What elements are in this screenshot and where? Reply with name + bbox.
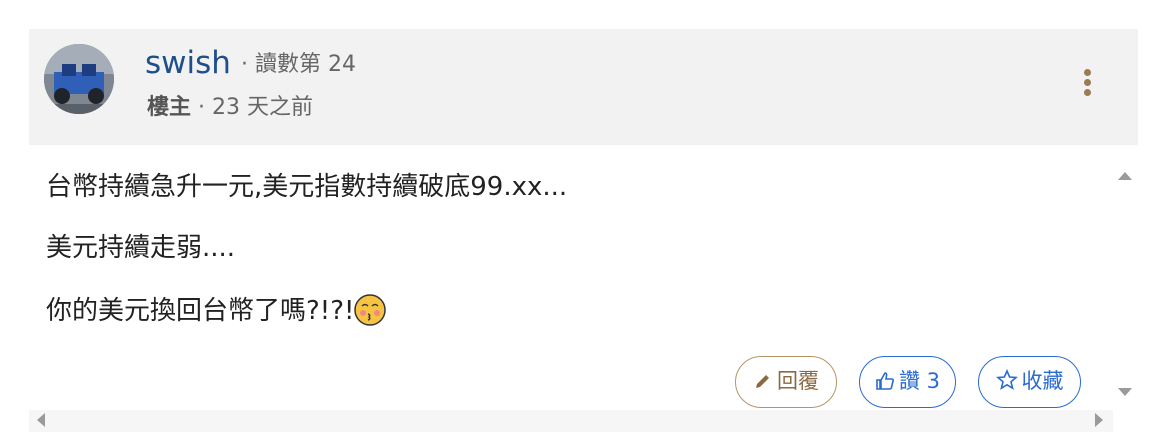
kissing-face-emoji-icon <box>354 294 387 326</box>
post-body: 台幣持續急升一元,美元指數持續破底99.xx... 美元持續走弱.... 你的美… <box>46 172 567 357</box>
more-vertical-icon[interactable] <box>1080 69 1094 99</box>
horizontal-scrollbar[interactable] <box>29 410 1113 432</box>
reply-button[interactable]: 回覆 <box>735 356 837 408</box>
post-line: 美元持續走弱.... <box>46 233 236 263</box>
author-role-badge: 樓主 <box>147 95 192 120</box>
scroll-left-icon[interactable] <box>35 412 47 428</box>
like-button[interactable]: 讚 3 <box>859 356 956 408</box>
pencil-icon <box>756 375 769 388</box>
post-line-with-emoji: 你的美元換回台幣了嗎?!?! <box>46 294 567 326</box>
favorite-label: 收藏 <box>1021 369 1064 393</box>
author-name[interactable]: swish <box>145 45 231 81</box>
post-content-panel: 台幣持續急升一元,美元指數持續破底99.xx... 美元持續走弱.... 你的美… <box>29 162 1138 410</box>
like-label: 讚 3 <box>898 369 941 393</box>
post-line: 台幣持續急升一元,美元指數持續破底99.xx... <box>46 172 568 202</box>
scroll-down-icon[interactable] <box>1117 386 1133 398</box>
post-meta: 樓主 · 23 天之前 <box>147 94 313 122</box>
star-outline-icon <box>995 368 1018 390</box>
thumbs-up-icon <box>876 372 894 390</box>
post-header: swish · 讀數第 24 樓主 · 23 天之前 <box>29 29 1138 145</box>
vertical-scrollbar[interactable] <box>1113 162 1138 410</box>
floor-number: · 讀數第 24 <box>241 52 356 77</box>
scroll-up-icon[interactable] <box>1117 170 1133 182</box>
favorite-button[interactable]: 收藏 <box>978 356 1081 408</box>
avatar[interactable] <box>44 44 114 114</box>
post-line-text: 你的美元換回台幣了嗎?!?! <box>46 296 355 326</box>
meta-separator: · <box>191 95 212 120</box>
post-time: 23 天之前 <box>212 95 313 120</box>
scroll-right-icon[interactable] <box>1093 412 1105 428</box>
reply-label: 回覆 <box>777 369 819 393</box>
